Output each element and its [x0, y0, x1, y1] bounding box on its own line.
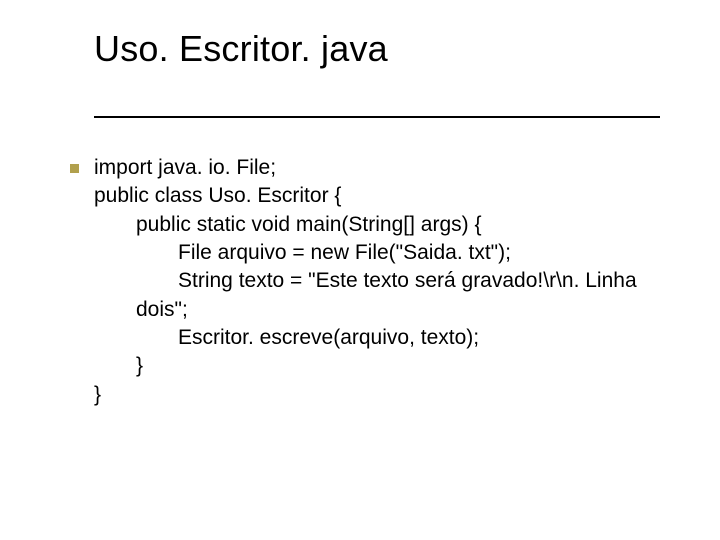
code-line: }: [94, 352, 660, 380]
code-line: File arquivo = new File("Saida. txt");: [94, 239, 660, 267]
code-line: String texto = "Este texto será gravado!…: [94, 267, 660, 295]
code-text: import java. io. File;: [94, 154, 276, 182]
code-block: import java. io. File; public class Uso.…: [94, 154, 660, 409]
code-line: public static void main(String[] args) {: [94, 211, 660, 239]
code-line: public class Uso. Escritor {: [94, 182, 660, 210]
page-title: Uso. Escritor. java: [94, 28, 388, 70]
code-line: Escritor. escreve(arquivo, texto);: [94, 324, 660, 352]
code-line: dois";: [94, 296, 660, 324]
code-line-bulleted: import java. io. File;: [94, 154, 660, 182]
bullet-icon: [70, 164, 79, 173]
code-line: }: [94, 381, 660, 409]
title-row: Uso. Escritor. java: [94, 28, 660, 118]
slide: Uso. Escritor. java import java. io. Fil…: [0, 0, 720, 540]
